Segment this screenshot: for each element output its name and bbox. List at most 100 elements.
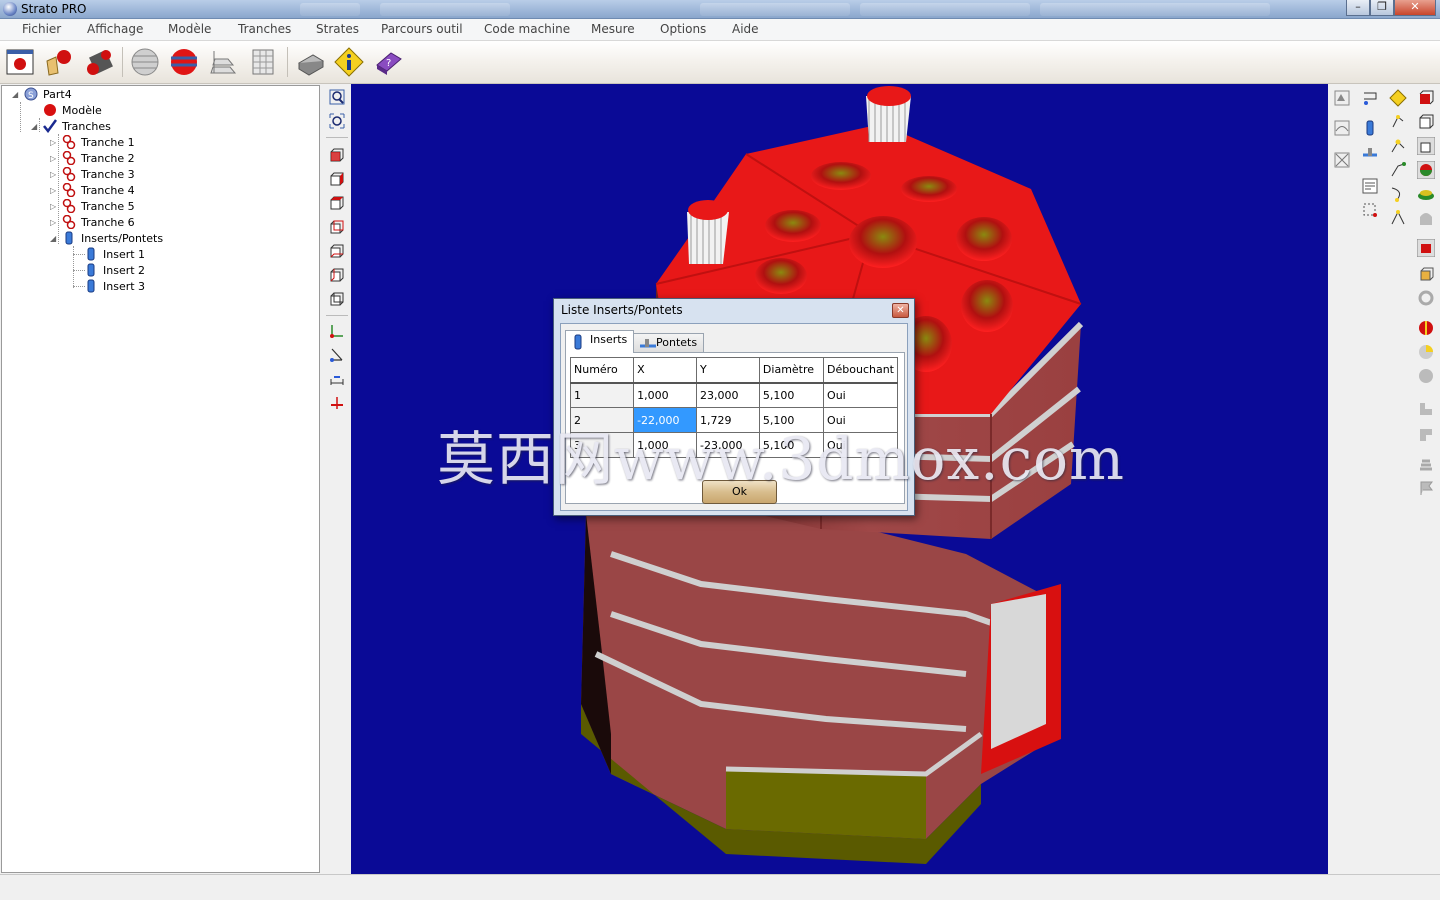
zoom-fit-icon[interactable] [329, 113, 345, 129]
render-shaded-icon[interactable] [1333, 89, 1351, 107]
flag-gray-icon[interactable] [1417, 479, 1435, 497]
step-inverse-icon[interactable] [1417, 425, 1435, 443]
col-x[interactable]: X [633, 357, 697, 384]
ok-button[interactable]: Ok [702, 480, 777, 504]
tree-slice-5[interactable]: ▷ Tranche 5 [50, 198, 135, 214]
node-link-icon[interactable] [1389, 185, 1407, 203]
cell-numero[interactable]: 1 [569, 382, 635, 408]
measure-icon[interactable] [329, 371, 345, 387]
tree-insert-1[interactable]: Insert 1 [84, 246, 145, 262]
menu-code-machine[interactable]: Code machine [484, 22, 570, 36]
cell-y[interactable]: 1,729 [696, 407, 760, 433]
dialog-close-button[interactable]: ✕ [892, 303, 909, 318]
view-top-icon[interactable] [329, 243, 345, 259]
menu-aide[interactable]: Aide [732, 22, 759, 36]
tree-insert-3[interactable]: Insert 3 [84, 278, 145, 294]
cube-outline-icon[interactable] [1417, 113, 1435, 131]
menu-fichier[interactable]: Fichier [22, 22, 61, 36]
box-yellow-icon[interactable] [1417, 265, 1435, 283]
cell-diametre[interactable]: 5,100 [758, 407, 825, 433]
cube-red-icon[interactable] [1417, 89, 1435, 107]
insert-tool-icon[interactable] [1361, 119, 1379, 137]
box-red-icon[interactable] [1417, 239, 1435, 257]
bridge-tool-icon[interactable] [1361, 145, 1379, 163]
open-model-icon[interactable] [42, 45, 76, 79]
cube-selected-icon[interactable] [1417, 137, 1435, 155]
cell-debouchant[interactable]: Oui [823, 382, 898, 408]
menu-options[interactable]: Options [660, 22, 706, 36]
sphere-slices-icon[interactable] [167, 45, 201, 79]
close-button[interactable]: ✕ [1394, 0, 1436, 16]
col-numero[interactable]: Numéro [569, 357, 635, 384]
tree-slice-2[interactable]: ▷ Tranche 2 [50, 150, 135, 166]
cell-numero[interactable]: 3 [569, 432, 635, 458]
minimize-button[interactable]: – [1346, 0, 1370, 16]
cell-x[interactable]: 1,000 [633, 382, 697, 408]
warning-diamond-icon[interactable] [1389, 89, 1407, 107]
sphere-red-icon[interactable] [1417, 319, 1435, 337]
tree-insert-2[interactable]: Insert 2 [84, 262, 145, 278]
tab-pontets[interactable]: Pontets [631, 333, 705, 353]
view-left-icon[interactable] [329, 195, 345, 211]
tree-slice-3[interactable]: ▷ Tranche 3 [50, 166, 135, 182]
maximize-button[interactable]: ❐ [1370, 0, 1394, 16]
tree-model[interactable]: Modèle [31, 102, 102, 118]
table-grid-icon[interactable] [246, 45, 280, 79]
sphere-color-icon[interactable] [1417, 161, 1435, 179]
stack-gray-icon[interactable] [1417, 455, 1435, 473]
tree-root-part[interactable]: ◢ S Part4 [12, 86, 72, 102]
menu-affichage[interactable]: Affichage [87, 22, 143, 36]
view-front-icon[interactable] [329, 147, 345, 163]
layers-icon[interactable] [206, 45, 240, 79]
select-area-icon[interactable] [1361, 201, 1379, 219]
col-diametre[interactable]: Diamètre [758, 357, 825, 384]
axis-xy-icon[interactable] [329, 323, 345, 339]
tree-slice-4[interactable]: ▷ Tranche 4 [50, 182, 135, 198]
node-add-icon[interactable] [1389, 161, 1407, 179]
table-row[interactable]: 2 -22,000 1,729 5,100 Oui [569, 407, 898, 433]
tree-slice-6[interactable]: ▷ Tranche 6 [50, 214, 135, 230]
menu-mesure[interactable]: Mesure [591, 22, 635, 36]
view-right-icon[interactable] [329, 219, 345, 235]
zoom-icon[interactable] [329, 89, 345, 105]
rotate-gray-icon[interactable] [1417, 289, 1435, 307]
new-document-icon[interactable] [3, 45, 37, 79]
table-row[interactable]: 3 1,000 -23,000 5,100 Oui [569, 432, 898, 458]
circle-gray-icon[interactable] [1417, 367, 1435, 385]
help-book-icon[interactable]: ? [371, 45, 405, 79]
menu-strates[interactable]: Strates [316, 22, 359, 36]
col-y[interactable]: Y [696, 357, 760, 384]
layer-green-icon[interactable] [1417, 185, 1435, 203]
node-move-icon[interactable] [1389, 137, 1407, 155]
properties-icon[interactable] [1361, 177, 1379, 195]
section-icon[interactable] [329, 395, 345, 411]
view-iso-icon[interactable] [329, 291, 345, 307]
node-delete-icon[interactable] [1389, 209, 1407, 227]
cell-y[interactable]: -23,000 [696, 432, 760, 458]
cell-diametre[interactable]: 5,100 [758, 382, 825, 408]
cell-diametre[interactable]: 5,100 [758, 432, 825, 458]
menu-parcours-outil[interactable]: Parcours outil [381, 22, 463, 36]
render-wire-icon[interactable] [1333, 119, 1351, 137]
menu-tranches[interactable]: Tranches [238, 22, 291, 36]
view-bottom-icon[interactable] [329, 267, 345, 283]
save-model-icon[interactable] [82, 45, 116, 79]
axis-xz-icon[interactable] [329, 347, 345, 363]
shape-gray-icon[interactable] [1417, 209, 1435, 227]
col-debouchant[interactable]: Débouchant [823, 357, 898, 384]
table-row[interactable]: 1 1,000 23,000 5,100 Oui [569, 382, 898, 408]
step-gray-icon[interactable] [1417, 399, 1435, 417]
tree-slice-1[interactable]: ▷ Tranche 1 [50, 134, 135, 150]
cell-debouchant[interactable]: Oui [823, 407, 898, 433]
tab-inserts[interactable]: Inserts [565, 330, 635, 353]
cell-debouchant[interactable]: Oui [823, 432, 898, 458]
info-icon[interactable] [332, 45, 366, 79]
sphere-split-icon[interactable] [1417, 343, 1435, 361]
menu-modele[interactable]: Modèle [168, 22, 211, 36]
view-back-icon[interactable] [329, 171, 345, 187]
cell-x[interactable]: 1,000 [633, 432, 697, 458]
tree-slices-group[interactable]: ◢ Tranches [31, 118, 111, 134]
tool-path-icon[interactable] [1361, 89, 1379, 107]
cell-y[interactable]: 23,000 [696, 382, 760, 408]
tree-inserts-group[interactable]: ◢ Inserts/Pontets [50, 230, 163, 246]
